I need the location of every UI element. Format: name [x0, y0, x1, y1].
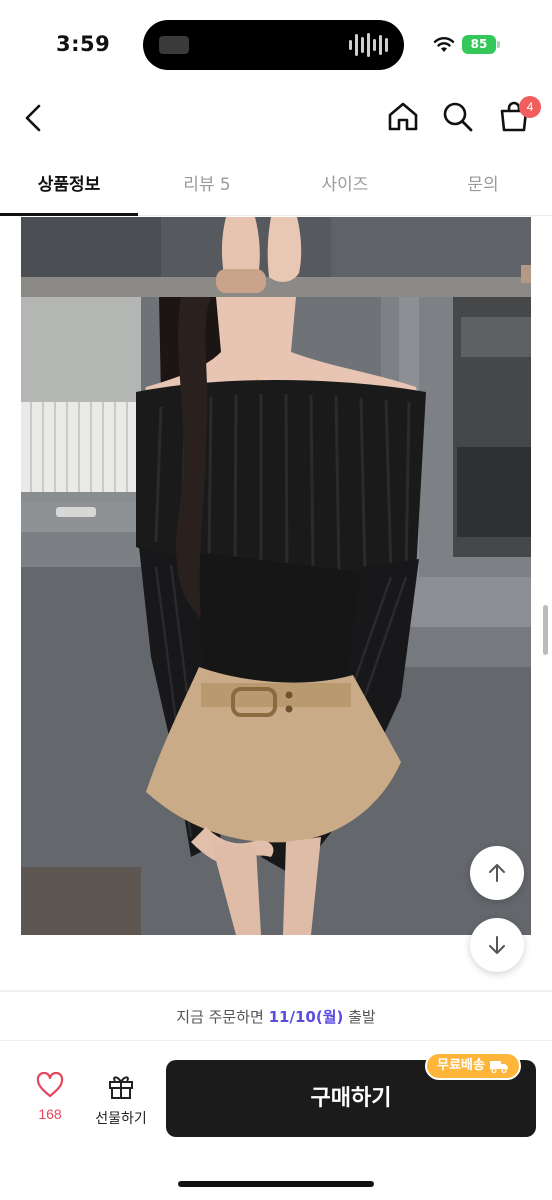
cart-count-badge: 4 [519, 96, 541, 118]
scroll-to-top-button[interactable] [470, 846, 524, 900]
status-bar: 3:59 85 [0, 0, 552, 88]
free-shipping-label: 무료배송 [437, 1058, 485, 1073]
shipping-notice: 지금 주문하면 11/10(월) 출발 [0, 1006, 552, 1027]
dynamic-island [143, 20, 404, 70]
audio-waveform-icon [349, 32, 388, 58]
truck-icon [489, 1061, 508, 1073]
shipping-date: 11/10(월) [268, 1008, 344, 1026]
gift-button[interactable]: 선물하기 [86, 1072, 156, 1128]
wifi-icon [433, 37, 455, 52]
tab-inquiry[interactable]: 문의 [414, 158, 552, 215]
home-icon[interactable] [386, 100, 420, 134]
battery-cap [497, 41, 500, 48]
free-shipping-badge: 무료배송 [425, 1052, 521, 1080]
product-image-top [21, 217, 531, 297]
like-count: 168 [38, 1106, 62, 1122]
heart-icon [36, 1071, 64, 1098]
section-divider [0, 990, 552, 992]
battery-indicator: 85 [462, 35, 496, 54]
tab-product-info[interactable]: 상품정보 [0, 158, 138, 216]
media-thumbnail [159, 36, 189, 54]
arrow-up-icon [489, 864, 505, 882]
back-arrow-icon[interactable] [20, 100, 50, 136]
gift-label: 선물하기 [95, 1111, 147, 1127]
shipping-prefix: 지금 주문하면 [176, 1008, 269, 1026]
product-tabs: 상품정보 리뷰 5 사이즈 문의 [0, 158, 552, 216]
product-image-main [21, 297, 531, 935]
tab-reviews[interactable]: 리뷰 5 [138, 158, 276, 215]
top-nav: 4 [0, 88, 552, 154]
like-button[interactable]: 168 [26, 1071, 74, 1122]
bottom-bar-divider [0, 1040, 552, 1041]
scrollbar[interactable] [543, 605, 548, 655]
arrow-down-icon [489, 936, 505, 954]
search-icon[interactable] [441, 100, 475, 134]
shipping-suffix: 출발 [343, 1008, 376, 1026]
tab-size[interactable]: 사이즈 [276, 158, 414, 215]
status-time: 3:59 [56, 32, 111, 56]
gift-icon [109, 1076, 133, 1099]
home-indicator[interactable] [178, 1181, 374, 1187]
scroll-to-bottom-button[interactable] [470, 918, 524, 972]
